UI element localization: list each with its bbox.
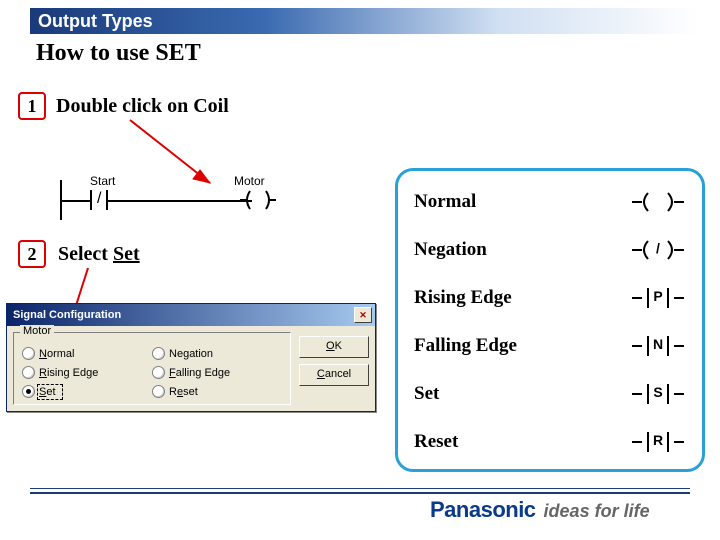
page-title: How to use SET <box>36 40 201 67</box>
legend-label: Falling Edge <box>414 335 517 357</box>
coil-reset-icon: R <box>632 431 684 453</box>
coil-char: R <box>632 432 684 448</box>
ladder-diagram: Start / Motor <box>60 180 280 220</box>
legend-row-set: Set S <box>414 383 684 405</box>
dialog-signal-configuration: Signal Configuration ✕ Motor Normal Nega… <box>6 303 376 412</box>
legend-label: Set <box>414 383 439 405</box>
radio-label: Negation <box>169 348 213 360</box>
radio-label: Falling Edge <box>169 367 230 379</box>
close-icon: ✕ <box>359 304 367 326</box>
brand-tagline: ideas for life <box>544 501 650 522</box>
step-2-set: Set <box>113 243 140 265</box>
radio-reset[interactable]: Reset <box>152 385 198 398</box>
coil-char: N <box>632 336 684 352</box>
coil-rising-icon: P <box>632 287 684 309</box>
radio-icon <box>152 385 165 398</box>
step-1-badge: 1 <box>18 92 46 120</box>
contact-nc: / <box>90 190 118 210</box>
coil-char: S <box>632 384 684 400</box>
legend-label: Negation <box>414 239 487 261</box>
coil-label: Motor <box>234 174 265 188</box>
dialog-titlebar: Signal Configuration ✕ <box>7 304 375 326</box>
coil-type-legend: Normal Negation / Rising Edge P Falling … <box>395 168 705 472</box>
legend-row-normal: Normal <box>414 191 684 213</box>
legend-label: Normal <box>414 191 476 213</box>
dialog-buttons: OK Cancel <box>299 332 369 405</box>
radio-set[interactable]: Set <box>22 385 122 398</box>
coil-normal-icon <box>632 191 684 213</box>
radio-label: Rising Edge <box>39 367 98 379</box>
legend-row-reset: Reset R <box>414 431 684 453</box>
radio-icon <box>152 366 165 379</box>
radio-rising-edge[interactable]: Rising Edge <box>22 366 122 379</box>
radio-icon <box>22 347 35 360</box>
legend-label: Rising Edge <box>414 287 512 309</box>
coil-output[interactable] <box>240 187 276 218</box>
legend-row-rising: Rising Edge P <box>414 287 684 309</box>
radio-icon <box>22 385 35 398</box>
dialog-close-button[interactable]: ✕ <box>354 307 372 323</box>
dialog-body: Motor Normal Negation Rising Edge <box>7 326 375 411</box>
legend-row-negation: Negation / <box>414 239 684 261</box>
radio-label: Reset <box>169 386 198 398</box>
brand-logo: Panasonic <box>430 497 536 523</box>
step-2-prefix: Select <box>58 243 113 265</box>
footer-divider <box>30 488 690 494</box>
radio-icon <box>22 366 35 379</box>
ok-button[interactable]: OK <box>299 336 369 358</box>
contact-label: Start <box>90 174 115 188</box>
group-label: Motor <box>20 325 54 337</box>
radio-label: Normal <box>39 348 74 360</box>
coil-set-icon: S <box>632 383 684 405</box>
coil-char: / <box>632 240 684 256</box>
legend-label: Reset <box>414 431 458 453</box>
radio-normal[interactable]: Normal <box>22 347 122 360</box>
cancel-button[interactable]: Cancel <box>299 364 369 386</box>
brand-footer: Panasonic ideas for life <box>430 497 650 523</box>
legend-row-falling: Falling Edge N <box>414 335 684 357</box>
coil-char: P <box>632 288 684 304</box>
coil-falling-icon: N <box>632 335 684 357</box>
radio-label: Set <box>39 386 56 398</box>
radio-group-motor: Motor Normal Negation Rising Edge <box>13 332 291 405</box>
section-band: Output Types <box>30 8 698 34</box>
radio-negation[interactable]: Negation <box>152 347 213 360</box>
coil-negation-icon: / <box>632 239 684 261</box>
radio-icon <box>152 347 165 360</box>
radio-falling-edge[interactable]: Falling Edge <box>152 366 230 379</box>
dialog-title-text: Signal Configuration <box>13 304 121 326</box>
